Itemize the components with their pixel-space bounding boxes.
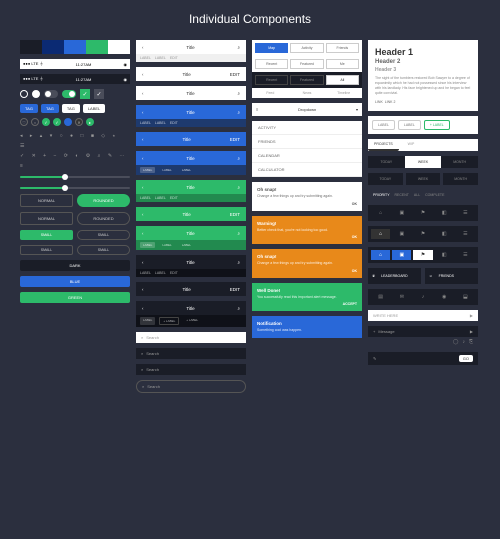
icon-glyphs: ◂ ▸ ▴ ▾ ○ ● □ ■ ◇ ⭑ ☰✓ ✕ + − ⟳ ◐ ⚙ ⌕ ✎ ⋯…	[20, 131, 130, 171]
checkbox-off[interactable]: ✓	[94, 89, 104, 99]
navbar-green: ‹TitleEDIT	[136, 207, 246, 221]
tag-blue[interactable]: TAG	[41, 104, 59, 113]
search-light[interactable]: ⌕Search	[136, 332, 246, 343]
navbar-green: ‹Title⌕	[136, 180, 246, 194]
chevron-down-icon: ▾	[356, 107, 358, 112]
segmented[interactable]: MapActivityFriends	[252, 40, 362, 56]
go-input[interactable]: ✎GO	[368, 352, 478, 365]
navbar-white: ‹TitleEDIT	[136, 67, 246, 81]
btn-small[interactable]: SMALL	[77, 230, 130, 240]
menu-item[interactable]: CALCULATOR	[252, 163, 362, 177]
dropdown[interactable]: ≡Dropdown▾	[252, 103, 362, 116]
leaderboard-tabs: ♛ LEADERBOARD ☺ FRIENDS	[368, 268, 478, 284]
status-icons: ♡○✓✓✕▸	[20, 118, 130, 126]
alert-success: Well Done!You successfully read this imp…	[252, 283, 362, 312]
write-input[interactable]: WRITE HERE▶	[368, 310, 478, 321]
ok-button[interactable]: OK	[257, 202, 357, 206]
tag-white[interactable]: LABEL	[83, 104, 105, 113]
slider[interactable]	[20, 176, 130, 178]
status-bar-light: ●●● LTE ⏚11:27AM◉	[20, 59, 130, 69]
search-icon: ⌕	[141, 367, 143, 372]
home-icon[interactable]: ⌂	[371, 208, 390, 218]
attach-icon[interactable]: ⎘	[469, 339, 473, 345]
camera-icon[interactable]: ◯	[453, 339, 459, 345]
label-pills: LABELLABEL+ LABEL	[368, 116, 478, 134]
navbar-dark: ‹TitleEDIT	[136, 282, 246, 296]
ok-button[interactable]: OK	[257, 269, 357, 273]
slider[interactable]	[20, 187, 130, 189]
radio-off[interactable]	[20, 90, 28, 98]
mic-icon[interactable]: ♪	[462, 339, 465, 345]
ok-button[interactable]: OK	[257, 235, 357, 239]
alert-default: Oh snap!Change a few things up and try s…	[252, 182, 362, 211]
btn-small[interactable]: SMALL	[20, 245, 73, 255]
alert-warning: Oh snap!Change a few things up and try s…	[252, 249, 362, 278]
tag-blue[interactable]: TAG	[20, 104, 38, 113]
icon-bar: ⌂▣⚑◧☰	[368, 205, 478, 221]
navbar-blue: ‹Title⌕	[136, 105, 246, 119]
search-icon: ⌕	[141, 335, 143, 340]
btn-normal[interactable]: NORMAL	[20, 212, 73, 225]
btn-small[interactable]: SMALL	[20, 230, 73, 240]
accept-button[interactable]: ACCEPT	[257, 302, 357, 306]
navbar-green: ‹Title⌕	[136, 226, 246, 240]
time-segment[interactable]: TODAYWEEKMONTH	[368, 156, 478, 168]
message-input[interactable]: +Message▶	[368, 326, 478, 337]
navbar-dark: ‹Title⌕	[136, 301, 246, 315]
text-card: Header 1Header 2Header 3 The sight of th…	[368, 40, 478, 111]
chip-blue[interactable]: BLUE	[20, 276, 130, 287]
checkbox-on[interactable]: ✓	[80, 89, 90, 99]
chip-dark[interactable]: DARK	[20, 260, 130, 271]
btn-normal[interactable]: NORMAL	[20, 194, 73, 207]
radio-on[interactable]	[32, 90, 40, 98]
search-dark[interactable]: ⌕Search	[136, 348, 246, 359]
menu-list: ACTIVITY FRIENDS CALENDAR CALCULATOR	[252, 121, 362, 177]
back-icon[interactable]: ‹	[142, 45, 144, 50]
search-dark[interactable]: ⌕Search	[136, 364, 246, 375]
navbar-blue: ‹Title⌕	[136, 151, 246, 165]
btn-rounded[interactable]: ROUNDED	[77, 212, 130, 225]
menu-item[interactable]: ACTIVITY	[252, 121, 362, 135]
status-bar-dark: ●●● LTE ⏚11:27AM◉	[20, 74, 130, 84]
tabs-projects: PROJECTSWIP	[368, 139, 478, 151]
switch-on[interactable]	[62, 90, 76, 98]
toggle-row: ✓ ✓	[20, 89, 130, 99]
search-icon: ⌕	[141, 351, 143, 356]
btn-rounded[interactable]: ROUNDED	[77, 194, 130, 207]
tag-white[interactable]: TAG	[62, 104, 80, 113]
alert-warning: Warning!Better check that, you're not lo…	[252, 216, 362, 245]
search-icon: ⌕	[142, 384, 144, 389]
alert-info: NotificationSomething cool was happen.	[252, 316, 362, 338]
menu-item[interactable]: FRIENDS	[252, 135, 362, 149]
switch-off[interactable]	[44, 90, 58, 98]
filter-tabs: PRIORITYRECENTALLCOMPLETE	[368, 190, 478, 200]
chip-green[interactable]: GREEN	[20, 292, 130, 303]
btn-small[interactable]: SMALL	[77, 245, 130, 255]
page-title: Individual Components	[20, 12, 480, 26]
menu-item[interactable]: CALENDAR	[252, 149, 362, 163]
navbar-white: ‹Title⌕	[136, 40, 246, 54]
color-palette	[20, 40, 130, 54]
navbar-white: ‹Title⌕	[136, 86, 246, 100]
navbar-dark: ‹Title⌕	[136, 255, 246, 269]
search-outline[interactable]: ⌕Search	[136, 380, 246, 393]
search-icon[interactable]: ⌕	[237, 45, 240, 50]
navbar-blue: ‹TitleEDIT	[136, 132, 246, 146]
